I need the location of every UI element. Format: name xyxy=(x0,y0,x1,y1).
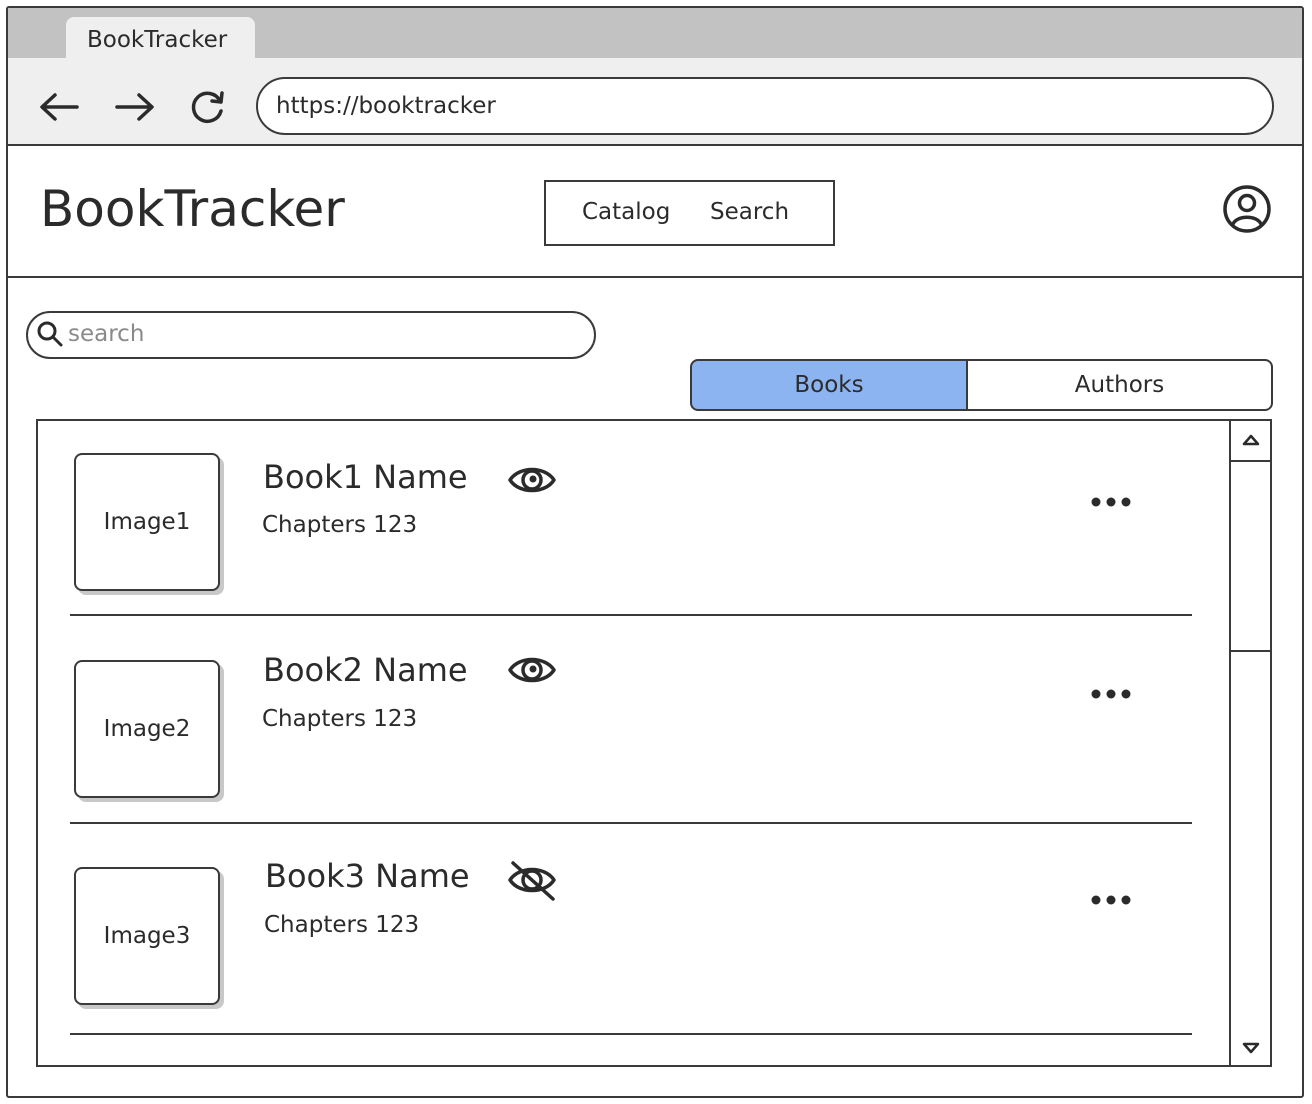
book-chapters: Chapters 123 xyxy=(262,512,418,538)
nav-link-catalog[interactable]: Catalog xyxy=(582,199,670,225)
book-cover-label: Image2 xyxy=(103,716,191,742)
triangle-up-icon xyxy=(1242,434,1260,446)
triangle-down-icon xyxy=(1242,1042,1260,1054)
more-options-button[interactable] xyxy=(1088,494,1134,510)
app-title: BookTracker xyxy=(40,180,345,238)
more-horizontal-icon xyxy=(1091,895,1131,905)
more-horizontal-icon xyxy=(1091,689,1131,699)
scrollbar-thumb[interactable] xyxy=(1229,460,1272,652)
more-horizontal-icon xyxy=(1091,497,1131,507)
scroll-up-button[interactable] xyxy=(1231,420,1271,462)
book-title[interactable]: Book2 Name xyxy=(263,651,468,689)
book-list xyxy=(36,419,1272,1067)
nav-link-search[interactable]: Search xyxy=(710,199,789,225)
book-title[interactable]: Book1 Name xyxy=(263,458,468,496)
book-cover-label: Image1 xyxy=(103,509,191,535)
book-title[interactable]: Book3 Name xyxy=(265,857,470,895)
tab-books-label: Books xyxy=(794,372,864,398)
visibility-toggle[interactable] xyxy=(507,460,557,500)
book-cover-label: Image3 xyxy=(103,923,191,949)
row-divider xyxy=(70,1033,1192,1035)
eye-icon xyxy=(508,467,556,493)
visibility-toggle[interactable] xyxy=(507,859,557,901)
eye-icon xyxy=(508,657,556,683)
book-cover-image[interactable]: Image1 xyxy=(74,453,220,591)
scroll-down-button[interactable] xyxy=(1231,1028,1271,1068)
more-options-button[interactable] xyxy=(1088,892,1134,908)
tab-authors[interactable]: Authors xyxy=(966,359,1273,411)
book-chapters: Chapters 123 xyxy=(264,912,420,938)
book-cover-image[interactable]: Image3 xyxy=(74,867,220,1005)
search-icon xyxy=(36,320,64,348)
book-chapters: Chapters 123 xyxy=(262,706,418,732)
tab-authors-label: Authors xyxy=(1074,372,1165,398)
eye-off-icon xyxy=(508,861,556,901)
search-input[interactable] xyxy=(68,316,568,352)
row-divider xyxy=(70,614,1192,616)
visibility-toggle[interactable] xyxy=(507,650,557,690)
book-cover-image[interactable]: Image2 xyxy=(74,660,220,798)
user-profile-button[interactable] xyxy=(1222,184,1272,234)
user-circle-icon xyxy=(1223,185,1271,233)
more-options-button[interactable] xyxy=(1088,686,1134,702)
row-divider xyxy=(70,822,1192,824)
tab-books[interactable]: Books xyxy=(690,359,968,411)
